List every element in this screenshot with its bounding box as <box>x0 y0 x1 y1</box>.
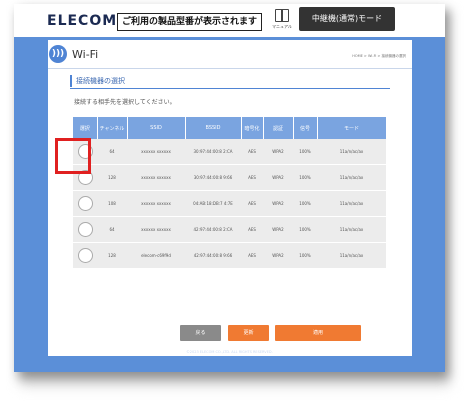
copyright-footer: ©2023 ELECOM CO.,LTD. ALL RIGHTS RESERVE… <box>186 350 273 354</box>
encryption-cell: AES <box>241 139 263 165</box>
breadcrumb[interactable]: HOME > Wi-Fi > 接続機器の選択 <box>352 54 406 59</box>
channel-cell: 128 <box>97 164 127 191</box>
column-header: SSID <box>127 117 186 139</box>
table-header-row: 選択 チャンネル SSID BSSID 暗号化 認証 信号 モード <box>73 117 387 139</box>
ssid-cell: elecom-c69f9d <box>127 242 185 269</box>
section-heading: 接続機器の選択 <box>70 75 396 87</box>
back-button[interactable]: 戻る <box>180 325 221 341</box>
mode-cell: 11a/n/ac/ax <box>317 139 386 165</box>
access-point-table: 選択 チャンネル SSID BSSID 暗号化 認証 信号 モード 64 xxx… <box>73 117 387 269</box>
ssid-cell: xxxxxx xxxxxx <box>127 190 185 217</box>
table-row[interactable]: 64 xxxxxx xxxxxx 30:97:44:00:8 2:CA AES … <box>73 139 386 165</box>
refresh-button[interactable]: 更新 <box>228 325 269 341</box>
table-row[interactable]: 128 xxxxxx xxxxxx 30:97:44:00:8 9:66 AES… <box>73 164 386 191</box>
encryption-cell: AES <box>241 216 263 243</box>
apply-button[interactable]: 適用 <box>275 325 361 341</box>
table-row[interactable]: 128 elecom-c69f9d 42:97:44:00:8 9:66 AES… <box>73 242 386 269</box>
channel-cell: 64 <box>97 216 127 243</box>
encryption-cell: AES <box>241 164 263 191</box>
channel-cell: 64 <box>97 139 127 165</box>
elecom-logo: ELECOM <box>47 13 118 29</box>
column-header: 選択 <box>73 117 98 139</box>
bssid-cell: 42:97:44:00:8 2:CA <box>185 216 241 243</box>
manual-link[interactable]: マニュアル <box>272 9 292 33</box>
book-icon <box>275 9 289 22</box>
signal-cell: 100% <box>293 242 317 269</box>
ssid-cell: xxxxxx xxxxxx <box>127 139 185 165</box>
auth-cell: WPA2 <box>263 242 293 269</box>
highlight-annotation <box>55 138 91 174</box>
auth-cell: WPA2 <box>263 139 293 165</box>
table-row[interactable]: 64 xxxxxx xxxxxx 42:97:44:00:8 2:CA AES … <box>73 216 386 243</box>
signal-cell: 100% <box>293 190 317 217</box>
column-header: BSSID <box>185 117 242 139</box>
content-panel: ))) Wi-Fi HOME > Wi-Fi > 接続機器の選択 接続機器の選択… <box>48 40 412 356</box>
page-title: Wi-Fi <box>72 48 99 61</box>
signal-cell: 100% <box>293 139 317 165</box>
instruction-text: 接続する相手先を選択してください。 <box>74 99 176 106</box>
mode-cell: 11a/n/ac/ax <box>317 190 386 217</box>
auth-cell: WPA2 <box>263 216 293 243</box>
channel-cell: 108 <box>97 190 127 217</box>
wifi-icon: ))) <box>49 45 67 63</box>
signal-cell: 100% <box>293 164 317 191</box>
encryption-cell: AES <box>241 242 263 269</box>
select-radio[interactable] <box>77 248 93 263</box>
mode-cell: 11a/n/ac/ax <box>317 242 386 269</box>
column-header: 信号 <box>293 117 318 139</box>
router-settings-screen: ELECOM ご利用の製品型番が表示されます マニュアル 中継機(通常)モード … <box>14 4 445 372</box>
select-radio[interactable] <box>77 222 93 237</box>
divider <box>48 68 412 69</box>
manual-label: マニュアル <box>272 24 292 29</box>
auth-cell: WPA2 <box>263 164 293 191</box>
bssid-cell: 30:97:44:00:8 9:66 <box>185 164 241 191</box>
mode-cell: 11a/n/ac/ax <box>317 164 386 191</box>
mode-button[interactable]: 中継機(通常)モード <box>299 7 395 31</box>
column-header: 認証 <box>263 117 294 139</box>
ssid-cell: xxxxxx xxxxxx <box>127 164 185 191</box>
bssid-cell: 04:AB:18:DB:7 4:7E <box>185 190 241 217</box>
channel-cell: 128 <box>97 242 127 269</box>
column-header: 暗号化 <box>241 117 264 139</box>
divider <box>70 88 390 89</box>
bssid-cell: 42:97:44:00:8 9:66 <box>185 242 241 269</box>
model-notice: ご利用の製品型番が表示されます <box>117 13 263 31</box>
ssid-cell: xxxxxx xxxxxx <box>127 216 185 243</box>
mode-cell: 11a/n/ac/ax <box>317 216 386 243</box>
encryption-cell: AES <box>241 190 263 217</box>
header-bar: ELECOM ご利用の製品型番が表示されます マニュアル 中継機(通常)モード <box>14 4 445 37</box>
auth-cell: WPA2 <box>263 190 293 217</box>
signal-cell: 100% <box>293 216 317 243</box>
column-header: モード <box>317 117 387 139</box>
column-header: チャンネル <box>97 117 128 139</box>
table-row[interactable]: 108 xxxxxx xxxxxx 04:AB:18:DB:7 4:7E AES… <box>73 190 386 217</box>
bssid-cell: 30:97:44:00:8 2:CA <box>185 139 241 165</box>
select-radio[interactable] <box>77 196 93 211</box>
